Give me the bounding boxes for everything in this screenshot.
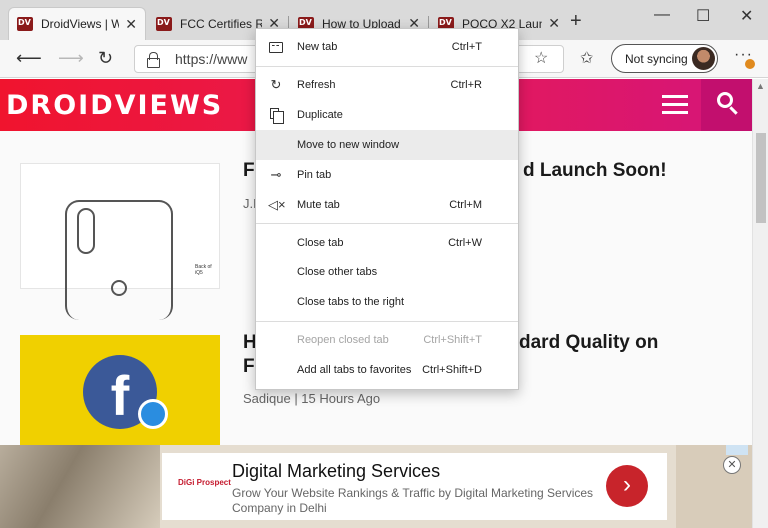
favorite-star-icon[interactable]: ☆ [534,48,548,68]
tab-title: DroidViews | Wa [41,17,120,31]
menu-item-label: Pin tab [297,169,332,181]
article-headline[interactable]: F [243,160,255,182]
menu-item-reopen-closed-tab: Reopen closed tab Ctrl+Shift+T [256,325,518,355]
lock-icon [147,52,160,68]
menu-item-label: Close tabs to the right [297,296,405,308]
menu-item-label: Refresh [297,79,336,91]
article-headline[interactable]: d Launch Soon! [523,160,667,182]
back-arrow-icon[interactable]: ⟵ [16,48,42,69]
ad-side-panel [676,445,752,528]
forward-arrow-icon[interactable]: ⟶ [58,48,84,69]
new-tab-icon [269,42,283,53]
avatar [692,47,715,70]
menu-item-shortcut: Ctrl+M [449,199,482,211]
favorites-list-icon[interactable]: ✩ [580,48,593,68]
refresh-icon: ↻ [270,77,282,92]
pin-icon: ⊸ [270,167,282,182]
menu-item-shortcut: Ctrl+Shift+T [423,334,482,346]
menu-item-shortcut: Ctrl+W [448,237,482,249]
ad-brand-logo: DiGi Prospect [178,478,231,487]
sync-status-label: Not syncing [625,52,688,66]
menu-item-shortcut: Ctrl+R [450,79,482,91]
menu-item-label: Duplicate [297,109,343,121]
maximize-button[interactable]: ☐ [696,6,710,26]
refresh-icon[interactable]: ↻ [98,48,113,69]
menu-item-label: New tab [297,41,338,53]
close-window-button[interactable]: ✕ [740,6,753,26]
menu-divider [256,66,518,67]
tab-droidviews[interactable]: DroidViews | Wa ✕ [8,7,146,40]
menu-item-close-other-tabs[interactable]: Close other tabs [256,257,518,287]
minimize-button[interactable]: — [654,6,670,24]
menu-item-move-to-new-window[interactable]: Move to new window [256,130,518,160]
menu-item-new-tab[interactable]: New tab Ctrl+T [256,32,518,62]
menu-item-duplicate[interactable]: Duplicate [256,100,518,130]
menu-item-label: Close tab [297,237,344,249]
profile-sync-button[interactable]: Not syncing [611,44,718,73]
menu-item-shortcut: Ctrl+T [451,41,482,53]
ad-description: Grow Your Website Rankings & Traffic by … [232,486,594,515]
new-tab-button[interactable]: + [570,10,582,33]
menu-item-pin-tab[interactable]: ⊸ Pin tab [256,160,518,190]
menu-item-shortcut: Ctrl+Shift+D [422,364,482,376]
ad-banner[interactable]: DiGi Prospect Digital Marketing Services… [0,445,752,528]
mute-icon: ◁× [268,197,286,212]
menu-item-label: Close other tabs [297,266,378,278]
ad-card[interactable]: DiGi Prospect Digital Marketing Services… [162,453,667,520]
article-headline[interactable]: dard Quality on [519,332,658,354]
cloud-upload-icon [138,399,168,429]
scroll-up-arrow-icon[interactable]: ▲ [756,81,765,91]
close-tab-icon[interactable]: ✕ [548,15,560,32]
ad-go-arrow-icon[interactable]: › [606,465,648,507]
url-text: https://www [175,51,248,67]
ad-photo [0,445,160,528]
menu-item-label: Reopen closed tab [297,334,389,346]
hamburger-menu-icon[interactable] [662,95,688,115]
menu-divider [256,223,518,224]
menu-item-mute-tab[interactable]: ◁× Mute tab Ctrl+M [256,190,518,220]
close-tab-icon[interactable]: ✕ [125,16,137,33]
menu-divider [256,321,518,322]
menu-item-refresh[interactable]: ↻ Refresh Ctrl+R [256,70,518,100]
menu-item-label: Move to new window [297,139,400,151]
article-byline: Sadique | 15 Hours Ago [243,391,381,406]
duplicate-icon [270,108,284,124]
menu-item-close-tab[interactable]: Close tab Ctrl+W [256,228,518,258]
tab-title: FCC Certifies Re [180,16,263,31]
ad-title[interactable]: Digital Marketing Services [232,461,440,482]
menu-item-close-tabs-right[interactable]: Close tabs to the right [256,287,518,317]
site-search-button[interactable] [701,79,752,131]
article-thumbnail[interactable]: Back of iQ5 [20,163,220,320]
ad-choices-icon[interactable] [726,445,748,455]
droidviews-favicon-icon [156,16,172,31]
article-thumbnail[interactable]: f [20,335,220,445]
page-scrollbar[interactable]: ▲ [752,79,768,528]
menu-item-add-all-to-favorites[interactable]: Add all tabs to favorites Ctrl+Shift+D [256,355,518,385]
menu-item-label: Add all tabs to favorites [297,364,412,376]
site-logo[interactable]: DROIDVIEWS [6,90,223,121]
article-headline[interactable]: F [243,356,255,378]
thumbnail-caption: Back of iQ5 [195,264,212,276]
scrollbar-thumb[interactable] [756,133,766,223]
ad-close-icon[interactable]: ✕ [723,456,741,474]
menu-item-label: Mute tab [297,199,340,211]
notification-badge [745,59,755,69]
tab-context-menu: New tab Ctrl+T ↻ Refresh Ctrl+R Duplicat… [255,28,519,390]
droidviews-favicon-icon [17,17,33,31]
